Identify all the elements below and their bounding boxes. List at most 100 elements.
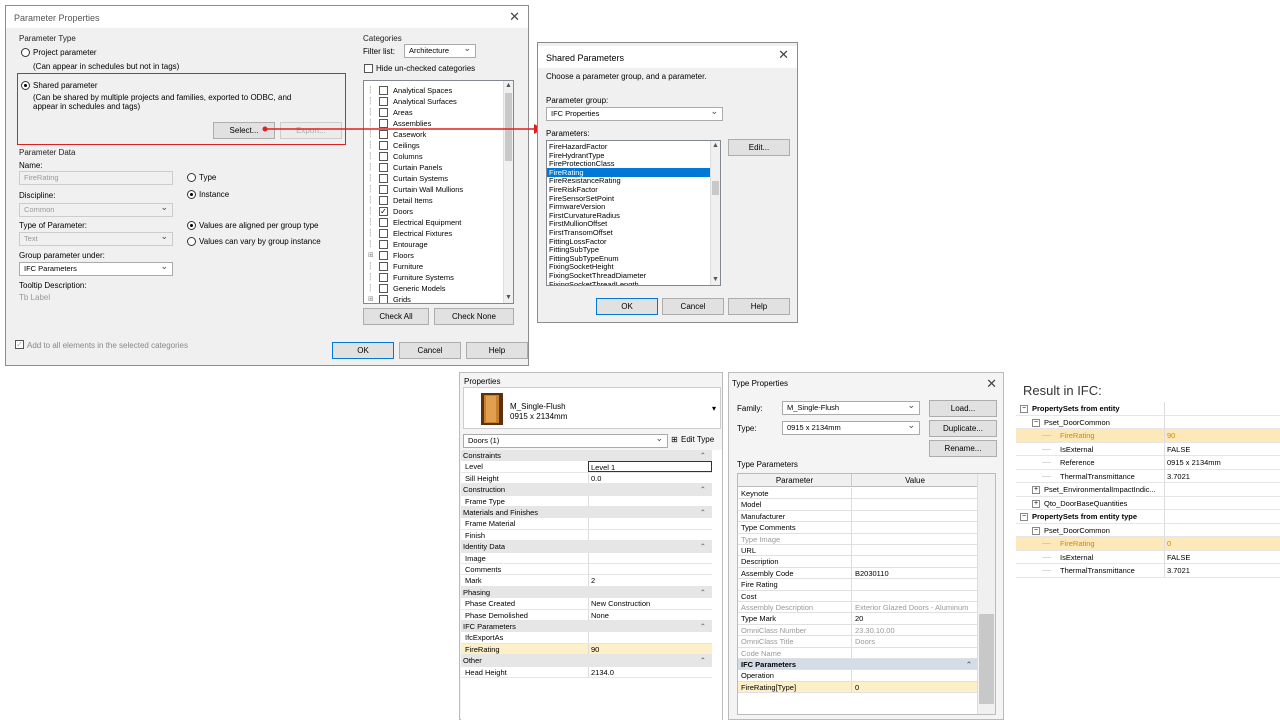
property-row[interactable]: Head Height 2134.0 [461, 666, 712, 678]
collapse-icon[interactable]: ⌃ [700, 621, 706, 632]
type-parameter-value[interactable] [851, 488, 978, 499]
values-vary-radio[interactable] [187, 237, 196, 246]
parameter-item[interactable]: FixingSocketThreadLength [547, 280, 711, 285]
collapse-icon[interactable]: ⌃ [966, 659, 972, 670]
property-row[interactable]: FireRating 90 [461, 643, 712, 656]
property-value[interactable] [588, 564, 712, 575]
category-item[interactable]: ┆ Electrical Fixtures [364, 228, 504, 239]
collapse-icon[interactable]: − [1020, 513, 1028, 521]
collapse-icon[interactable]: ⌃ [700, 450, 706, 461]
property-value[interactable]: 90 [588, 643, 712, 655]
load-button[interactable]: Load... [929, 400, 997, 417]
property-value[interactable]: 2 [588, 575, 712, 587]
property-value[interactable]: Level 1 [588, 461, 712, 473]
type-parameter-row[interactable]: Manufacturer [738, 510, 978, 523]
rename-button[interactable]: Rename... [929, 440, 997, 457]
property-value[interactable]: New Construction [588, 598, 712, 610]
category-item[interactable]: ┆ Furniture Systems [364, 272, 504, 283]
property-value[interactable] [588, 518, 712, 530]
expand-icon[interactable]: + [1032, 499, 1040, 508]
edit-type-icon[interactable]: ⊞ [671, 435, 678, 444]
property-row[interactable]: IfcExportAs [461, 632, 712, 644]
cancel-button[interactable]: Cancel [399, 342, 461, 359]
type-grid-scrollbar[interactable] [977, 474, 995, 714]
type-parameter-row[interactable]: Assembly Code B2030110 [738, 567, 978, 580]
type-parameter-value[interactable]: B2030110 [851, 567, 978, 579]
hide-unchecked-checkbox[interactable] [364, 64, 373, 73]
category-checkbox[interactable] [379, 141, 388, 150]
category-item[interactable]: ┆ Generic Models [364, 283, 504, 294]
check-none-button[interactable]: Check None [434, 308, 514, 325]
property-value[interactable]: 0.0 [588, 472, 712, 484]
category-item[interactable]: ┆ Curtain Systems [364, 173, 504, 184]
category-item[interactable]: ⊞ Grids [364, 294, 504, 303]
ifc-tree-row[interactable]: − PropertySets from entity type [1016, 510, 1280, 524]
type-parameter-row[interactable]: Cost [738, 590, 978, 602]
type-parameter-row[interactable]: Operation [738, 670, 978, 682]
ifc-tree-row[interactable]: + Pset_EnvironmentalImpactIndic... [1016, 483, 1280, 497]
ok-button[interactable]: OK [332, 342, 394, 359]
scroll-down-icon[interactable]: ▼ [711, 275, 720, 285]
property-row[interactable]: Phase Demolished None [461, 609, 712, 621]
type-parameter-row[interactable]: Keynote [738, 488, 978, 500]
category-item[interactable]: ┆ Areas [364, 107, 504, 118]
property-row[interactable]: Image [461, 552, 712, 564]
expand-icon[interactable]: + [1032, 486, 1040, 494]
ifc-tree-row[interactable]: − Pset_DoorCommon [1016, 415, 1280, 429]
property-row[interactable]: Finish [461, 529, 712, 542]
category-checkbox[interactable]: ✓ [379, 207, 388, 216]
collapse-icon[interactable]: ⌃ [700, 587, 706, 598]
category-checkbox[interactable] [379, 196, 388, 205]
type-parameter-row[interactable]: Model [738, 499, 978, 511]
categories-scrollbar[interactable]: ▲ ▼ [503, 81, 513, 303]
close-icon[interactable]: ✕ [778, 48, 789, 61]
edit-type-button[interactable]: Edit Type [681, 435, 714, 444]
type-parameter-value[interactable] [851, 670, 978, 682]
parameter-group-select[interactable]: IFC Properties [546, 107, 723, 121]
type-parameter-value[interactable] [851, 556, 978, 568]
type-radio[interactable] [187, 173, 196, 182]
property-value[interactable] [588, 632, 712, 644]
category-item[interactable]: ┆ Curtain Wall Mullions [364, 184, 504, 195]
collapse-icon[interactable]: − [1032, 526, 1040, 535]
close-icon[interactable]: ✕ [986, 377, 997, 390]
instance-radio[interactable] [187, 190, 196, 199]
property-row[interactable]: Frame Material [461, 518, 712, 530]
duplicate-button[interactable]: Duplicate... [929, 420, 997, 437]
type-parameter-value[interactable] [851, 545, 978, 556]
close-icon[interactable]: ✕ [509, 10, 520, 23]
expand-icon[interactable]: ⊞ [368, 250, 374, 261]
expand-icon[interactable]: ⊞ [368, 294, 374, 303]
filter-list-select[interactable]: Architecture [404, 44, 476, 58]
parameters-list[interactable]: FireHazardFactor FireHydrantType FireProte… [546, 140, 721, 286]
category-item[interactable]: ┆ Ceilings [364, 140, 504, 151]
type-parameter-row[interactable]: Type Mark 20 [738, 613, 978, 625]
category-checkbox[interactable] [379, 163, 388, 172]
category-item[interactable]: ┆ Columns [364, 151, 504, 162]
type-parameter-row[interactable]: Description [738, 556, 978, 568]
type-select[interactable]: 0915 x 2134mm [782, 421, 920, 435]
property-value[interactable]: None [588, 609, 712, 621]
parameters-scrollbar[interactable]: ▲ ▼ [710, 141, 720, 285]
category-checkbox[interactable] [379, 284, 388, 293]
category-checkbox[interactable] [379, 152, 388, 161]
property-row[interactable]: Mark 2 [461, 575, 712, 587]
category-item[interactable]: ┆ Curtain Panels [364, 162, 504, 173]
instance-filter-select[interactable]: Doors (1) [463, 434, 668, 448]
category-item[interactable]: ┆ Detail Items [364, 195, 504, 206]
help-button[interactable]: Help [466, 342, 528, 359]
scroll-thumb[interactable] [979, 614, 994, 704]
type-parameter-row[interactable]: Type Comments [738, 522, 978, 534]
category-checkbox[interactable] [379, 273, 388, 282]
ifc-tree-row[interactable]: + Qto_DoorBaseQuantities [1016, 496, 1280, 510]
type-selector-dropdown-icon[interactable]: ▾ [712, 404, 716, 413]
property-value[interactable] [588, 552, 712, 564]
category-checkbox[interactable] [379, 86, 388, 95]
category-item[interactable]: ┆ ✓ Doors [364, 206, 504, 217]
property-row[interactable]: Frame Type [461, 495, 712, 507]
ifc-tree-row[interactable]: − PropertySets from entity [1016, 402, 1280, 416]
categories-list[interactable]: ┆ Analytical Spaces ┆ Analytical Surfaces ┆ A… [363, 80, 514, 304]
property-row[interactable]: Comments [461, 564, 712, 576]
category-checkbox[interactable] [379, 108, 388, 117]
collapse-icon[interactable]: − [1020, 405, 1028, 413]
